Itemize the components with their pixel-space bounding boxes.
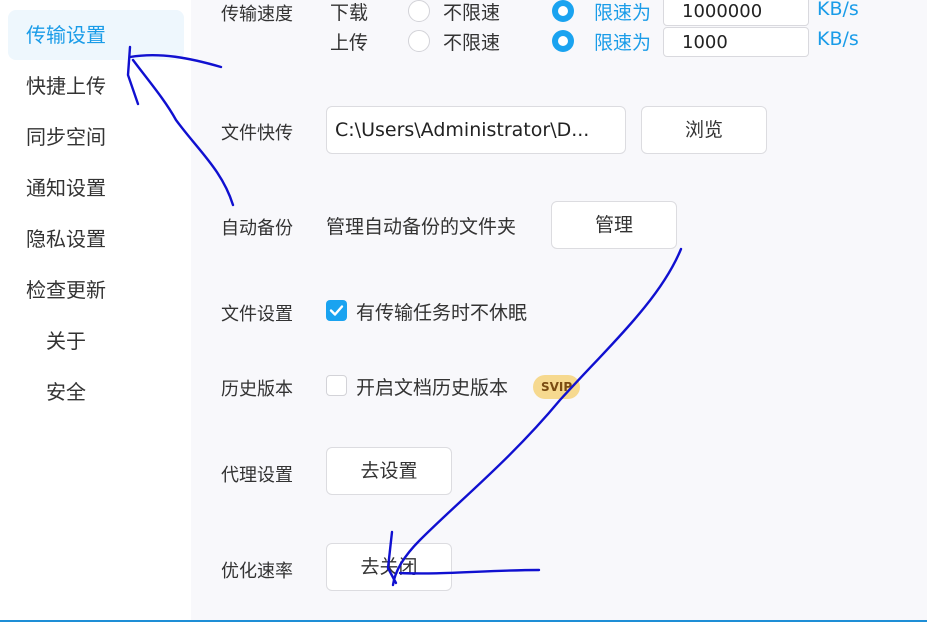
upload-limit-radio[interactable] xyxy=(552,30,574,52)
window-bottom-strip xyxy=(0,622,927,639)
sidebar-item-sync-space[interactable]: 同步空间 xyxy=(8,112,184,162)
history-version-label: 历史版本 xyxy=(221,379,293,400)
download-label: 下载 xyxy=(330,2,369,24)
check-icon xyxy=(329,305,344,316)
browse-button[interactable]: 浏览 xyxy=(641,106,767,154)
download-unlimited-radio[interactable] xyxy=(408,0,430,22)
proxy-settings-label: 代理设置 xyxy=(221,465,293,486)
sidebar-item-quick-upload[interactable]: 快捷上传 xyxy=(8,61,184,111)
auto-backup-description: 管理自动备份的文件夹 xyxy=(326,216,517,238)
download-unlimited-label: 不限速 xyxy=(443,2,501,24)
proxy-settings-button[interactable]: 去设置 xyxy=(326,447,452,495)
sidebar-item-transfer-settings[interactable]: 传输设置 xyxy=(8,10,184,60)
sidebar-item-about[interactable]: 关于 xyxy=(8,316,184,366)
no-sleep-option-label: 有传输任务时不休眠 xyxy=(356,302,528,324)
quick-transfer-path-field[interactable]: C:\Users\Administrator\D... xyxy=(326,106,626,154)
file-quick-transfer-label: 文件快传 xyxy=(221,123,293,144)
history-version-checkbox[interactable] xyxy=(326,375,347,396)
file-settings-label: 文件设置 xyxy=(221,304,293,325)
no-sleep-checkbox[interactable] xyxy=(326,300,347,321)
download-unit-label: KB/s xyxy=(817,0,859,20)
download-limit-input[interactable]: 1000000 xyxy=(663,0,809,26)
sidebar-item-notification-settings[interactable]: 通知设置 xyxy=(8,163,184,213)
upload-limit-label: 限速为 xyxy=(594,32,652,54)
upload-unit-label: KB/s xyxy=(817,28,859,50)
upload-unlimited-radio[interactable] xyxy=(408,30,430,52)
upload-label: 上传 xyxy=(330,32,369,54)
optimize-rate-label: 优化速率 xyxy=(221,561,293,582)
upload-limit-input[interactable]: 1000 xyxy=(663,27,809,57)
sidebar-item-security[interactable]: 安全 xyxy=(8,367,184,417)
settings-sidebar: 传输设置 快捷上传 同步空间 通知设置 隐私设置 检查更新 关于 安全 xyxy=(0,0,191,622)
optimize-rate-button[interactable]: 去关闭 xyxy=(326,543,452,591)
transfer-speed-label: 传输速度 xyxy=(221,4,293,25)
sidebar-item-privacy-settings[interactable]: 隐私设置 xyxy=(8,214,184,264)
sidebar-item-check-update[interactable]: 检查更新 xyxy=(8,265,184,315)
download-limit-radio[interactable] xyxy=(552,0,574,22)
svip-badge: SVIP xyxy=(533,375,581,399)
settings-content xyxy=(191,0,927,622)
history-version-option-label: 开启文档历史版本 xyxy=(356,377,509,399)
download-limit-label: 限速为 xyxy=(594,2,652,24)
upload-unlimited-label: 不限速 xyxy=(443,32,501,54)
auto-backup-label: 自动备份 xyxy=(221,218,293,239)
manage-backup-button[interactable]: 管理 xyxy=(551,201,677,249)
